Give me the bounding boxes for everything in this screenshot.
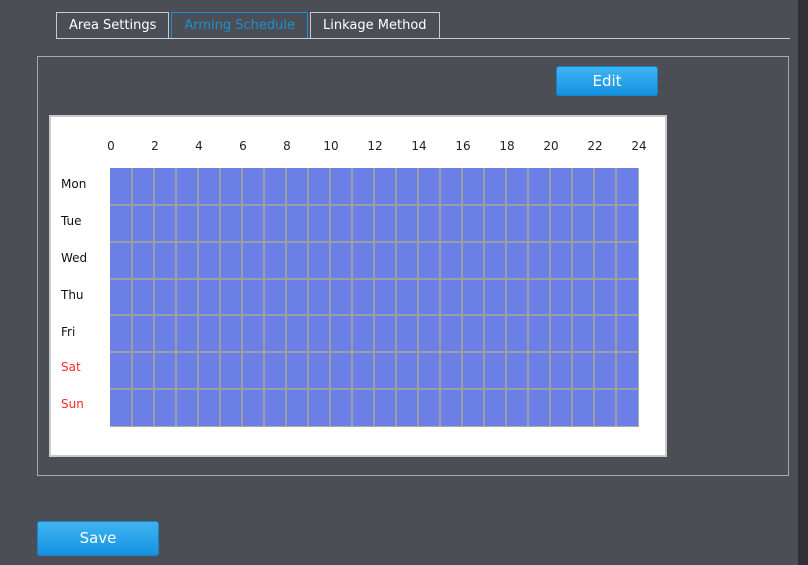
hour-label-14: 14 bbox=[411, 139, 427, 153]
grid-day-line bbox=[110, 351, 638, 353]
schedule-box: 0 2 4 6 8 10 12 14 16 18 20 22 24 Mon Tu… bbox=[49, 115, 667, 457]
hour-label-0: 0 bbox=[107, 139, 115, 153]
tab-divider bbox=[56, 38, 790, 39]
day-label-mon: Mon bbox=[61, 177, 87, 191]
day-label-sun: Sun bbox=[61, 397, 84, 411]
day-label-wed: Wed bbox=[61, 251, 88, 265]
tab-linkage-method[interactable]: Linkage Method bbox=[310, 12, 440, 38]
day-label-thu: Thu bbox=[61, 288, 84, 302]
hour-label-22: 22 bbox=[587, 139, 603, 153]
hour-label-12: 12 bbox=[367, 139, 383, 153]
hour-label-10: 10 bbox=[323, 139, 339, 153]
grid-day-line bbox=[110, 388, 638, 390]
hour-label-8: 8 bbox=[283, 139, 291, 153]
grid-day-line bbox=[110, 278, 638, 280]
hour-label-20: 20 bbox=[543, 139, 559, 153]
right-border-strip bbox=[798, 0, 808, 565]
tab-area-settings[interactable]: Area Settings bbox=[56, 12, 170, 38]
grid-day-line bbox=[110, 241, 638, 243]
day-label-fri: Fri bbox=[61, 325, 76, 339]
tab-arming-schedule[interactable]: Arming Schedule bbox=[171, 12, 309, 38]
grid-day-line bbox=[110, 314, 638, 316]
day-label-sat: Sat bbox=[61, 360, 81, 374]
edit-button[interactable]: Edit bbox=[556, 66, 658, 96]
hour-label-4: 4 bbox=[195, 139, 203, 153]
tab-bar: Area Settings Arming Schedule Linkage Me… bbox=[56, 12, 442, 39]
schedule-grid[interactable] bbox=[110, 168, 639, 427]
grid-day-line bbox=[110, 204, 638, 206]
hour-label-6: 6 bbox=[239, 139, 247, 153]
hour-label-16: 16 bbox=[455, 139, 471, 153]
hour-label-2: 2 bbox=[151, 139, 159, 153]
hour-label-18: 18 bbox=[499, 139, 515, 153]
day-label-tue: Tue bbox=[61, 214, 82, 228]
hour-label-24: 24 bbox=[631, 139, 647, 153]
save-button[interactable]: Save bbox=[37, 521, 159, 556]
